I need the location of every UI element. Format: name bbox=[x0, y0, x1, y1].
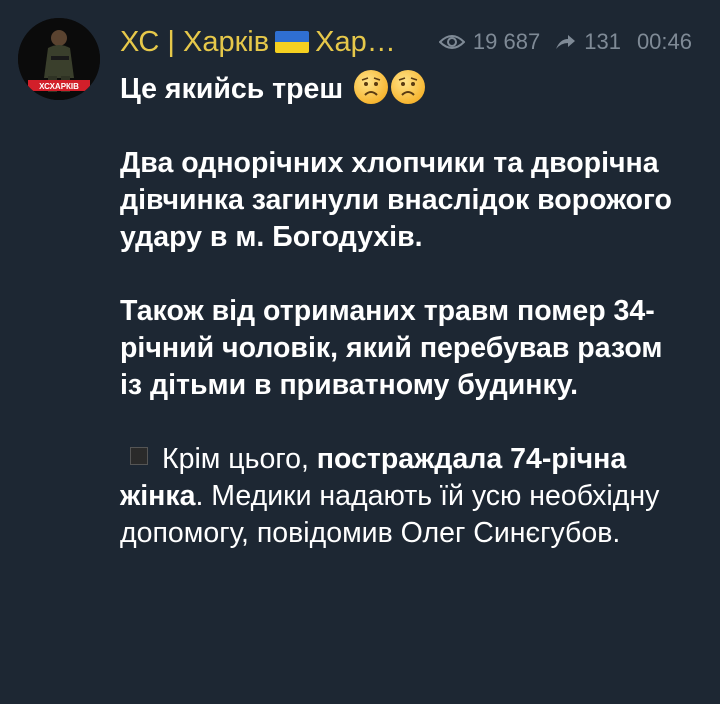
paragraph-2-text: Також від отриманих травм помер 34-річни… bbox=[120, 295, 663, 401]
channel-name-prefix: ХС | Харків bbox=[120, 25, 270, 58]
ukraine-flag-icon bbox=[275, 31, 310, 53]
worried-face-emoji bbox=[391, 70, 426, 104]
channel-post: ХСХАРКІВ ХС | Харків Хар… 19 687 131 00:… bbox=[0, 0, 720, 704]
post-time: 00:46 bbox=[636, 29, 692, 54]
message-text: Це якийсь треш Два однорічних хлопчики т… bbox=[120, 70, 680, 552]
eye-icon bbox=[438, 35, 465, 49]
worried-face-emoji bbox=[354, 70, 389, 104]
message-paragraph-1: Два однорічних хлопчики та дворічна дівч… bbox=[120, 145, 680, 256]
post-header: ХС | Харків Хар… 19 687 131 00:46 bbox=[120, 22, 692, 62]
channel-name[interactable]: ХС | Харків Хар… bbox=[120, 26, 396, 59]
paragraph-3-suffix: . Медики надають їй усю необхідну допомо… bbox=[120, 480, 660, 549]
headline-text: Це якийсь треш bbox=[120, 73, 344, 105]
message-headline: Це якийсь треш bbox=[120, 70, 680, 108]
paragraph-1-text: Два однорічних хлопчики та дворічна дівч… bbox=[120, 147, 672, 253]
paragraph-3-prefix: Крім цього, bbox=[162, 443, 317, 475]
views-count: 19 687 bbox=[472, 29, 541, 54]
channel-name-suffix: Хар… bbox=[315, 25, 396, 58]
avatar-image: ХСХАРКІВ bbox=[18, 18, 100, 100]
message-paragraph-3: Крім цього, постраждала 74-річна жінка. … bbox=[120, 441, 680, 552]
shares-count: 131 bbox=[584, 29, 621, 54]
black-square-icon bbox=[130, 447, 148, 465]
svg-text:ХСХАРКІВ: ХСХАРКІВ bbox=[39, 82, 79, 91]
post-meta: 19 687 131 00:46 bbox=[438, 29, 692, 55]
message-paragraph-2: Також від отриманих травм помер 34-річни… bbox=[120, 293, 680, 404]
share-arrow-icon bbox=[556, 35, 576, 49]
channel-avatar[interactable]: ХСХАРКІВ bbox=[18, 18, 100, 100]
